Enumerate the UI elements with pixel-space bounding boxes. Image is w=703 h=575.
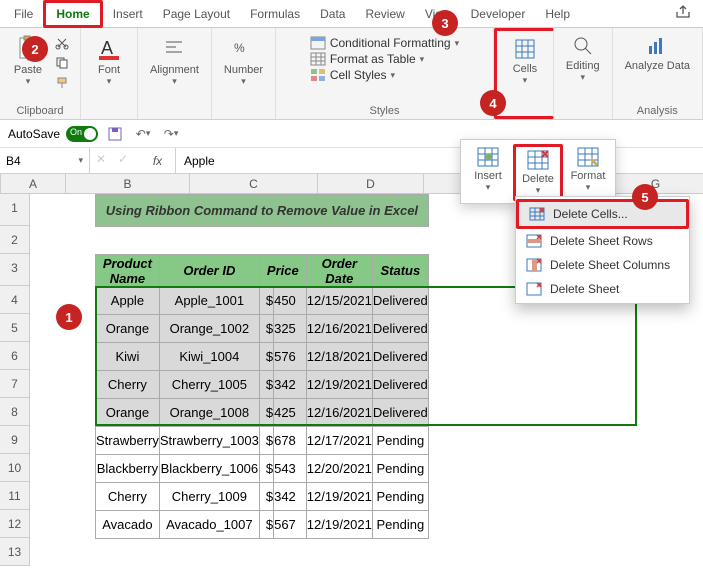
delete-submenu: Delete Cells... Delete Sheet Rows Delete… [515,196,690,304]
ribbon: Paste▾ Clipboard AFont▾ Alignment▾ %Numb… [0,28,703,120]
table-row[interactable]: AppleApple_1001$45012/15/2021Delivered [96,287,429,315]
row-header-11[interactable]: 11 [0,482,30,510]
font-button[interactable]: AFont▾ [89,32,129,89]
tab-developer[interactable]: Developer [461,3,536,25]
table-row[interactable]: KiwiKiwi_1004$57612/18/2021Delivered [96,343,429,371]
alignment-button[interactable]: Alignment▾ [146,32,203,89]
delete-cells-menuitem[interactable]: Delete Cells... [516,199,689,229]
group-styles: Conditional Formatting ▾ Format as Table… [276,28,494,119]
fx-button[interactable]: fx [140,148,176,173]
table-row[interactable]: StrawberryStrawberry_1003$67812/17/2021P… [96,427,429,455]
row-header-5[interactable]: 5 [0,314,30,342]
table-header[interactable]: Order ID [159,255,259,287]
table-row[interactable]: CherryCherry_1005$34212/19/2021Delivered [96,371,429,399]
autosave-label: AutoSave [8,127,60,141]
column-header-B[interactable]: B [66,174,190,193]
tab-file[interactable]: File [4,3,43,25]
tab-help[interactable]: Help [535,3,580,25]
annotation-badge-1: 1 [56,304,82,330]
annotation-badge-2: 2 [22,36,48,62]
save-icon[interactable] [104,123,126,145]
analyze-data-button[interactable]: Analyze Data [621,32,694,74]
delete-cols-menuitem[interactable]: Delete Sheet Columns [516,253,689,277]
tab-data[interactable]: Data [310,3,355,25]
number-button[interactable]: %Number▾ [220,32,267,89]
group-font: AFont▾ [81,28,138,119]
column-header-C[interactable]: C [190,174,318,193]
menu-tabs: File Home Insert Page Layout Formulas Da… [0,0,703,28]
row-header-12[interactable]: 12 [0,510,30,538]
group-alignment: Alignment▾ [138,28,212,119]
annotation-badge-4: 4 [480,90,506,116]
table-header[interactable]: Price [259,255,306,287]
tab-review[interactable]: Review [355,3,414,25]
editing-button[interactable]: Editing▾ [562,32,604,85]
table-header[interactable]: Product Name [96,255,160,287]
row-headers: 12345678910111213 [0,194,30,566]
cells-dropdown: Insert▾ Delete▾ Format▾ [460,139,616,204]
share-icon[interactable] [667,0,699,27]
group-number: %Number▾ [212,28,276,119]
group-editing: Editing▾ [554,28,613,119]
cut-icon[interactable] [52,34,72,52]
tab-formulas[interactable]: Formulas [240,3,310,25]
cell-styles-button[interactable]: Cell Styles ▾ [310,68,395,82]
annotation-badge-5: 5 [632,184,658,210]
tab-home[interactable]: Home [43,0,102,28]
cancel-icon[interactable]: ✕ [90,148,112,170]
delete-sheet-menuitem[interactable]: Delete Sheet [516,277,689,301]
delete-rows-menuitem[interactable]: Delete Sheet Rows [516,229,689,253]
tab-insert[interactable]: Insert [103,3,153,25]
conditional-formatting-button[interactable]: Conditional Formatting ▾ [310,36,459,50]
group-analysis: Analyze Data Analysis [613,28,703,119]
format-painter-icon[interactable] [52,74,72,92]
row-header-4[interactable]: 4 [0,286,30,314]
row-header-8[interactable]: 8 [0,398,30,426]
column-header-D[interactable]: D [318,174,424,193]
svg-text:%: % [234,41,245,55]
row-header-13[interactable]: 13 [0,538,30,566]
row-header-1[interactable]: 1 [0,194,30,226]
tab-pagelayout[interactable]: Page Layout [153,3,240,25]
column-header-A[interactable]: A [1,174,66,193]
row-header-3[interactable]: 3 [0,254,30,286]
format-cells-button[interactable]: Format▾ [563,144,613,201]
undo-icon[interactable]: ↶▾ [132,123,154,145]
enter-icon[interactable]: ✓ [112,148,134,170]
table-row[interactable]: CherryCherry_1009$34212/19/2021Pending [96,483,429,511]
delete-cells-button[interactable]: Delete▾ [513,144,563,201]
cells-button[interactable]: Cells▾ [505,35,545,88]
table-row[interactable]: AvacadoAvacado_1007$56712/19/2021Pending [96,511,429,539]
format-as-table-button[interactable]: Format as Table ▾ [310,52,424,66]
table-header[interactable]: Status [372,255,428,287]
copy-icon[interactable] [52,54,72,72]
table-header[interactable]: Order Date [306,255,372,287]
insert-cells-button[interactable]: Insert▾ [463,144,513,201]
row-header-9[interactable]: 9 [0,426,30,454]
svg-text:A: A [101,38,113,58]
table-row[interactable]: OrangeOrange_1002$32512/16/2021Delivered [96,315,429,343]
table-row[interactable]: BlackberryBlackberry_1006$54312/20/2021P… [96,455,429,483]
row-header-7[interactable]: 7 [0,370,30,398]
annotation-badge-3: 3 [432,10,458,36]
formula-input[interactable]: Apple [176,154,703,168]
row-header-10[interactable]: 10 [0,454,30,482]
name-box[interactable]: B4▾ [0,148,90,173]
redo-icon[interactable]: ↷▾ [160,123,182,145]
row-header-6[interactable]: 6 [0,342,30,370]
table-row[interactable]: OrangeOrange_1008$42512/16/2021Delivered [96,399,429,427]
sheet-title-cell[interactable]: Using Ribbon Command to Remove Value in … [96,195,429,227]
row-header-2[interactable]: 2 [0,226,30,254]
autosave-toggle[interactable]: On [66,126,98,142]
